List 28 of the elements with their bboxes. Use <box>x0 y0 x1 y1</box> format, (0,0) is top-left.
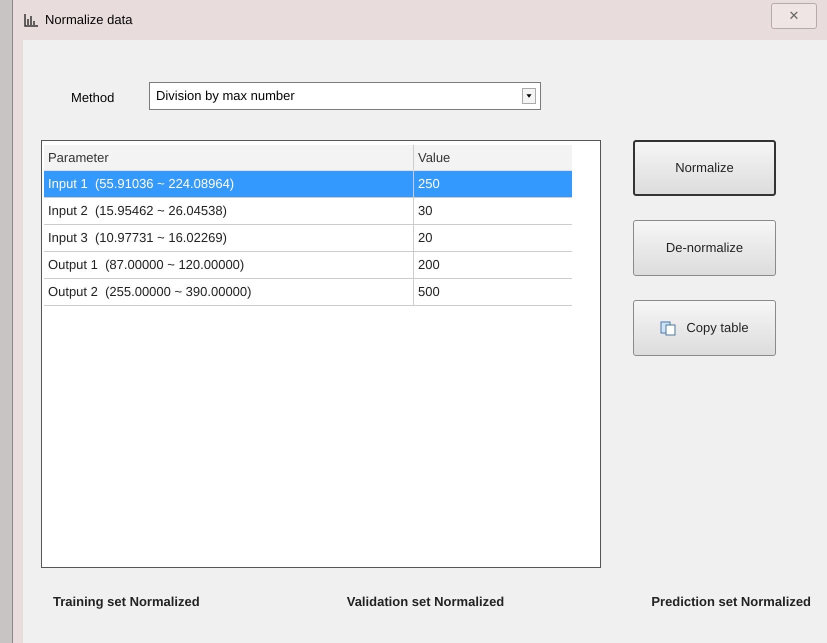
table-cell: Input 3 (10.97731 ~ 16.02269) <box>44 225 414 251</box>
method-label: Method <box>71 89 116 107</box>
table-cell: Input 1 (55.91036 ~ 224.08964) <box>44 171 414 197</box>
normalize-button[interactable]: Normalize <box>633 140 776 196</box>
copy-table-button[interactable]: Copy table <box>633 300 776 356</box>
table-row[interactable]: Input 3 (10.97731 ~ 16.02269) 20 <box>44 225 572 252</box>
table-cell: Output 2 (255.00000 ~ 390.00000) <box>44 279 414 305</box>
window-title: Normalize data <box>45 11 132 30</box>
table-cell-text: 200 <box>417 256 441 274</box>
table-cell-text: 20 <box>417 229 434 248</box>
close-button[interactable]: ✕ <box>771 3 817 29</box>
table-row[interactable]: Output 1 (87.00000 ~ 120.00000) 200 <box>44 252 572 279</box>
chart-icon <box>23 13 39 27</box>
method-dropdown[interactable]: Division by max number <box>149 82 541 110</box>
copy-icon <box>660 320 676 336</box>
table-row[interactable]: Input 2 (15.95462 ~ 26.04538) 30 <box>44 198 572 225</box>
table-row[interactable]: Output 2 (255.00000 ~ 390.00000) 500 <box>44 279 572 306</box>
table-cell: Output 1 (87.00000 ~ 120.00000) <box>44 252 414 278</box>
table-cell-text: 250 <box>417 175 441 194</box>
status-label: Validation set Normalized <box>346 593 504 611</box>
table-cell: Input 2 (15.95462 ~ 26.04538) <box>44 198 414 224</box>
column-header[interactable]: Parameter <box>44 145 414 170</box>
de-normalize-button[interactable]: De-normalize <box>633 220 776 276</box>
column-header[interactable]: Value <box>414 145 572 170</box>
status-label: Prediction set Normalized <box>651 593 811 611</box>
status-label: Training set Normalized <box>53 593 200 611</box>
table-cell-text: 500 <box>417 283 441 302</box>
table-cell-text: 30 <box>417 202 434 220</box>
